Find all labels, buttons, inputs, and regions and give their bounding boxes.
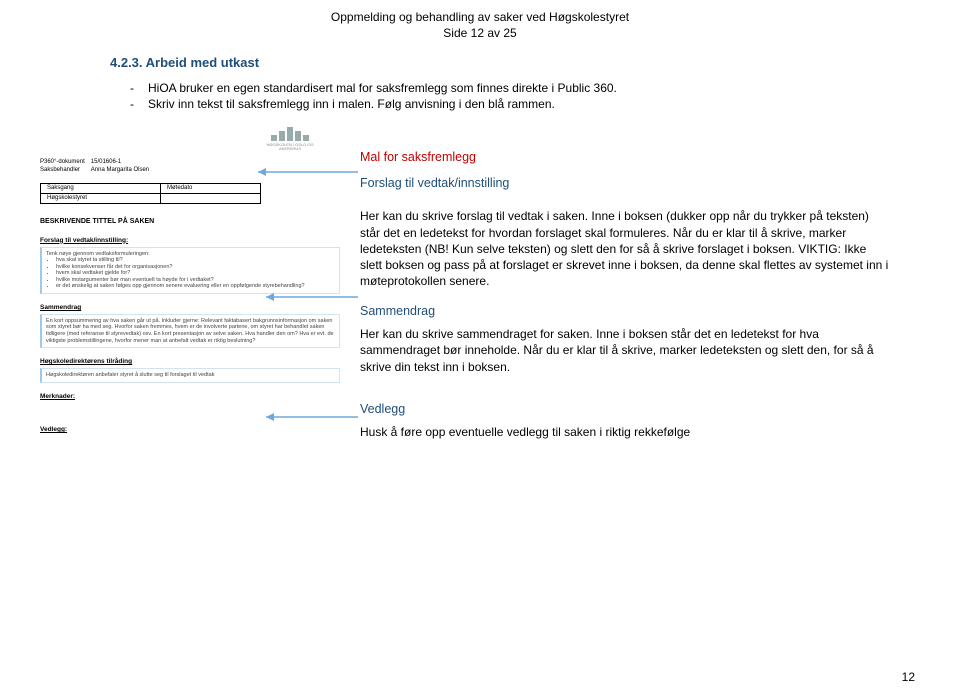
gang-row-cell: Høgskolestyret [41, 194, 161, 204]
annotation-text-sammendrag: Her kan du skrive sammendraget for saken… [360, 326, 890, 375]
page-header: Oppmelding og behandling av saker ved Hø… [40, 10, 920, 41]
annotation-blue-sammendrag: Sammendrag [360, 303, 890, 320]
annotation-red: Mal for saksfremlegg [360, 149, 890, 166]
annotation-blue-vedlegg: Vedlegg [360, 401, 890, 418]
section-title: 4.2.3. Arbeid med utkast [110, 55, 920, 70]
annotation-text-forslag: Her kan du skrive forslag til vedtak i s… [360, 208, 890, 289]
vedlegg-heading: Vedlegg: [40, 426, 340, 434]
arrow-icon [266, 292, 366, 302]
annotation-text-vedlegg: Husk å føre opp eventuelle vedlegg til s… [360, 424, 890, 440]
org-logo: HØGSKOLEN I OSLO OG AKERSHUS [260, 127, 320, 155]
bullet-item: HiOA bruker en egen standardisert mal fo… [130, 80, 920, 96]
merknader-heading: Merknader: [40, 393, 340, 401]
gang-header-2: Møtedato [161, 183, 261, 193]
doc-label: P360°-dokument [40, 159, 91, 167]
bullet-item: Skriv inn tekst til saksfremlegg inn i m… [130, 96, 920, 112]
saksgang-table: Saksgang Møtedato Høgskolestyret [40, 183, 261, 204]
forslag-heading: Forslag til vedtak/innstilling: [40, 237, 340, 245]
arrow-icon [258, 167, 368, 177]
doc-value: 15/01606-1 [91, 159, 155, 167]
gang-row-empty [161, 194, 261, 204]
annotation-blue-forslag: Forslag til vedtak/innstilling [360, 175, 890, 192]
tilraading-box: Høgskoledirektøren anbefaler styret å sl… [40, 368, 340, 383]
sammendrag-heading: Sammendrag [40, 304, 340, 312]
forslag-item: hvem skal vedtaket gjelde for? [56, 270, 335, 277]
form-template-preview: HØGSKOLEN I OSLO OG AKERSHUS P360°-dokum… [40, 119, 340, 446]
header-line1: Oppmelding og behandling av saker ved Hø… [40, 10, 920, 26]
sammendrag-box: En kort oppsummering av hva saken går ut… [40, 314, 340, 348]
forslag-item: hvilke motargumenter bør man eventuelt t… [56, 277, 335, 284]
page-number: 12 [902, 670, 915, 684]
forslag-item: er det ønskelig at saken følges opp gjen… [56, 283, 335, 290]
gang-header-1: Saksgang [41, 183, 161, 193]
forslag-item: hvilke konsekvenser får det for organisa… [56, 264, 335, 271]
handler-label: Saksbehandler [40, 167, 91, 175]
handler-value: Anna Margarita Olsen [91, 167, 155, 175]
tilraading-heading: Høgskoledirektørens tilråding [40, 358, 340, 366]
forslag-box: Tenk nøye gjennom vedtaksformuleringen: … [40, 247, 340, 295]
title-heading: BESKRIVENDE TITTEL PÅ SAKEN [40, 218, 340, 226]
header-line2: Side 12 av 25 [40, 26, 920, 42]
forslag-intro: Tenk nøye gjennom vedtaksformuleringen: [46, 251, 335, 258]
forslag-item: hva skal styret ta stilling til? [56, 257, 335, 264]
meta-table: P360°-dokument 15/01606-1 Saksbehandler … [40, 159, 155, 175]
bullet-list: HiOA bruker en egen standardisert mal fo… [130, 80, 920, 112]
logo-text: HØGSKOLEN I OSLO OG AKERSHUS [260, 143, 320, 153]
arrow-icon [266, 412, 366, 422]
annotation-column: Mal for saksfremlegg Forslag til vedtak/… [360, 119, 920, 446]
